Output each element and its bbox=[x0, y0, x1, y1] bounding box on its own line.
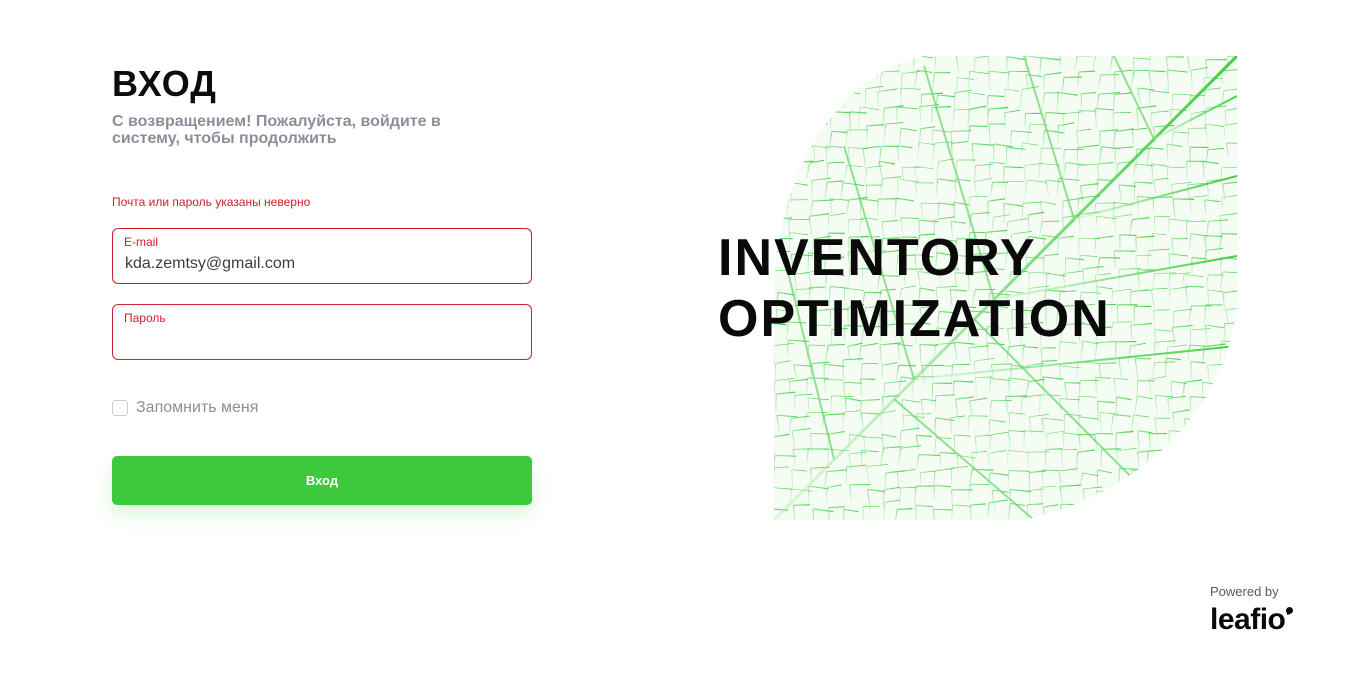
leaf-vein bbox=[1167, 508, 1191, 520]
leaf-vein bbox=[809, 90, 831, 112]
leaf-vein bbox=[774, 56, 790, 73]
leaf-vein bbox=[774, 166, 787, 187]
leaf-vein bbox=[1184, 486, 1206, 508]
leaf-vein bbox=[1204, 415, 1224, 440]
hero-title: INVENTORY OPTIMIZATION bbox=[718, 228, 1111, 350]
leaf-vein bbox=[1191, 470, 1208, 488]
leaf-vein bbox=[1073, 503, 1097, 520]
email-label: E-mail bbox=[124, 235, 159, 249]
leaf-vein bbox=[1187, 451, 1208, 471]
leaf-vein bbox=[1201, 432, 1218, 450]
login-page: ВХОД С возвращением! Пожалуйста, войдите… bbox=[0, 0, 1350, 674]
password-label: Пароль bbox=[124, 311, 166, 325]
logo-leaf-icon bbox=[1285, 606, 1295, 615]
leaf-vein bbox=[1226, 484, 1237, 508]
remember-me-label[interactable]: Запомнить меня bbox=[136, 399, 258, 417]
leaf-vein bbox=[824, 58, 846, 75]
hero-title-line-2: OPTIMIZATION bbox=[718, 290, 1111, 348]
leafio-logo[interactable]: leafio bbox=[1210, 603, 1295, 636]
leaf-vein bbox=[774, 180, 791, 198]
leaf-vein bbox=[810, 69, 831, 87]
leaf-vein bbox=[1147, 468, 1166, 489]
leaf-vein bbox=[1219, 380, 1237, 399]
leaf-vein bbox=[1132, 485, 1150, 503]
error-message: Почта или пароль указаны неверно bbox=[112, 195, 311, 209]
leaf-vein bbox=[860, 56, 879, 72]
brand-name: leafio bbox=[1210, 603, 1286, 636]
powered-by: Powered by leafio bbox=[1210, 584, 1320, 635]
leaf-vein bbox=[1209, 454, 1229, 474]
leaf-vein bbox=[777, 73, 797, 92]
leaf-vein bbox=[788, 87, 808, 105]
remember-me[interactable]: Запомнить меня bbox=[112, 399, 532, 417]
leaf-vein bbox=[809, 56, 830, 70]
leaf-vein bbox=[1152, 501, 1175, 520]
password-input[interactable] bbox=[125, 331, 515, 349]
leaf-vein bbox=[1206, 487, 1229, 510]
powered-by-label: Powered by bbox=[1210, 584, 1279, 599]
leaf-vein bbox=[1207, 503, 1224, 520]
login-subtitle: С возвращением! Пожалуйста, войдите в си… bbox=[112, 113, 441, 147]
hero-title-line-1: INVENTORY bbox=[718, 229, 1037, 287]
leaf-vein bbox=[774, 92, 790, 113]
leaf-vein bbox=[1148, 486, 1164, 505]
leaf-vein bbox=[1221, 363, 1237, 383]
leaf-vein bbox=[1201, 466, 1220, 487]
leaf-vein bbox=[1169, 468, 1194, 487]
leaf-vein bbox=[807, 109, 823, 126]
leaf-vein bbox=[1114, 487, 1130, 508]
leaf-vein bbox=[1224, 414, 1237, 432]
leaf-vein bbox=[1166, 485, 1184, 502]
leaf-vein bbox=[1095, 504, 1117, 520]
leaf-vein bbox=[1221, 448, 1237, 473]
leaf-vein bbox=[788, 126, 806, 144]
leaf-vein bbox=[1182, 434, 1207, 455]
login-form: ВХОД С возвращением! Пожалуйста, войдите… bbox=[112, 62, 532, 505]
leaf-vein bbox=[790, 75, 812, 92]
leaf-vein bbox=[795, 106, 814, 129]
email-input[interactable] bbox=[125, 255, 515, 273]
login-button[interactable]: Вход bbox=[112, 456, 532, 505]
leaf-vein bbox=[1224, 467, 1237, 484]
leaf-vein bbox=[844, 56, 865, 73]
leaf-vein bbox=[794, 56, 813, 74]
page-title: ВХОД bbox=[112, 63, 217, 104]
leaf-vein bbox=[821, 76, 843, 93]
leaf-vein bbox=[774, 107, 788, 129]
password-field[interactable]: Пароль bbox=[112, 304, 532, 360]
leaf-vein bbox=[1220, 395, 1237, 417]
remember-me-checkbox[interactable] bbox=[112, 400, 128, 416]
leaf-vein bbox=[1172, 452, 1191, 475]
email-field[interactable]: E-mail bbox=[112, 228, 532, 284]
leaf-vein bbox=[777, 139, 795, 160]
leaf-vein bbox=[1218, 503, 1236, 520]
leaf-vein bbox=[1201, 400, 1221, 418]
leaf-vein bbox=[1225, 430, 1237, 450]
leaf-vein bbox=[1119, 503, 1136, 520]
leaf-vein bbox=[774, 126, 792, 147]
leaf-vein bbox=[1130, 470, 1150, 487]
leaf-vein bbox=[1133, 507, 1153, 520]
leaf-vein bbox=[1190, 502, 1211, 520]
